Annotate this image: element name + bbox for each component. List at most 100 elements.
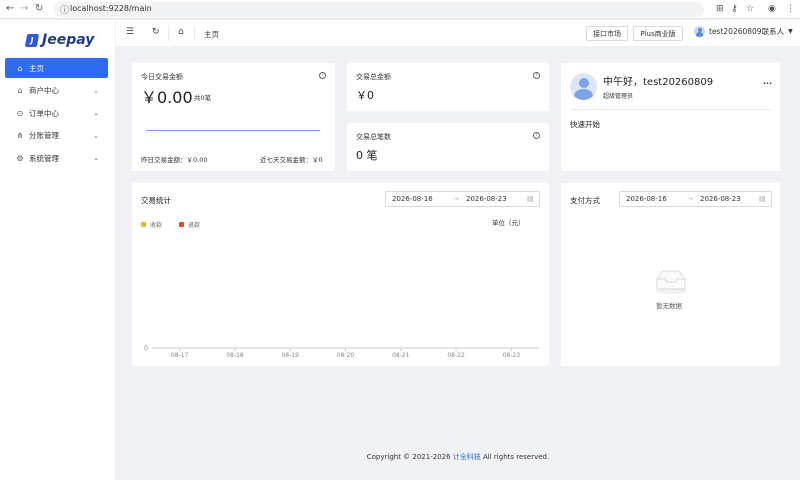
top-header: ☰ ↻ ⌂ 主页 接口市场 Plus商业版 test20260809联系人 ▼ (116, 20, 800, 47)
caret-down-icon: ▼ (788, 28, 793, 35)
today-amount-label: 今日交易金额 (141, 73, 183, 81)
range-arrow-icon: → (453, 195, 459, 203)
home-icon: ⌂ (17, 63, 23, 73)
sidebar-item-label: 订单中心 (29, 108, 59, 118)
translate-icon[interactable]: ⊞ (716, 3, 724, 15)
divider (168, 26, 169, 41)
payment-method-card: 支付方式 2026-08-16 → 2026-08-23 ▤ 暂无数据 (561, 183, 780, 366)
empty-text: 暂无数据 (656, 302, 682, 310)
more-icon[interactable]: ··· (763, 79, 772, 88)
date-end: 2026-08-23 (700, 195, 741, 203)
settings-icon: ⚙ (16, 153, 24, 163)
total-count-card: 交易总笔数 ? 0 笔 (347, 123, 549, 171)
address-bar[interactable]: ⓘ localhost:9228/main (54, 2, 704, 17)
today-trend-line (146, 130, 320, 131)
sidebar-item-merchant[interactable]: ⌂ 商户中心 ⌄ (5, 81, 108, 101)
sidebar-menu: ⌂ 主页 ⌂ 商户中心 ⌄ ⊙ 订单中心 ⌄ ⋔ 分账管理 ⌄ ⚙ 系统管理 ⌄ (5, 58, 108, 171)
sidebar: J Jeepay ⌂ 主页 ⌂ 商户中心 ⌄ ⊙ 订单中心 ⌄ ⋔ 分账管理 ⌄… (0, 20, 116, 480)
profile-icon[interactable]: ◉ (768, 3, 776, 15)
x-tick-label: 08-23 (503, 352, 521, 359)
menu-fold-icon[interactable]: ☰ (126, 27, 134, 37)
sidebar-item-label: 分账管理 (29, 131, 59, 140)
browser-menu-icon[interactable]: ⋮ (786, 3, 795, 15)
stats-date-range-picker[interactable]: 2026-08-16 → 2026-08-23 ▤ (385, 191, 540, 207)
browser-chrome: ← → ↻ ⓘ localhost:9228/main ⊞ ⚷ ☆ ◉ ⋮ (0, 0, 800, 19)
calendar-icon: ▤ (527, 195, 534, 203)
username: test20260809联系人 (709, 27, 785, 36)
y-tick-label: 0 (144, 345, 148, 352)
chevron-down-icon: ⌄ (93, 86, 99, 95)
bookmark-star-icon[interactable]: ☆ (746, 3, 754, 15)
split-icon: ⋔ (16, 131, 24, 140)
footer-rights: All rights reserved. (480, 453, 550, 461)
sidebar-item-system[interactable]: ⚙ 系统管理 ⌄ (5, 148, 108, 168)
user-menu[interactable]: test20260809联系人 ▼ (694, 26, 793, 37)
date-start: 2026-08-16 (626, 195, 667, 203)
total-amount-label: 交易总金额 (356, 73, 391, 81)
x-tick-label: 08-21 (392, 352, 410, 359)
sidebar-item-label: 商户中心 (29, 86, 59, 95)
footer: Copyright © 2021-2026 计全科技 All rights re… (116, 452, 800, 462)
today-count: 共0笔 (194, 94, 212, 102)
avatar (694, 26, 705, 37)
plus-edition-button[interactable]: Plus商业版 (633, 26, 683, 41)
calendar-icon: ▤ (759, 195, 766, 203)
quick-start-title: 快速开始 (570, 120, 600, 129)
unit-label: 单位（元） (492, 219, 525, 227)
forward-icon[interactable]: → (20, 2, 28, 16)
x-tick-label: 08-19 (281, 352, 299, 359)
yesterday-amount: 昨日交易金额：￥0.00 (141, 156, 208, 164)
url-text: localhost:9228/main (70, 4, 152, 13)
legend-income-swatch (141, 222, 146, 227)
legend-income-label: 收款 (150, 222, 163, 229)
help-icon[interactable]: ? (533, 132, 540, 139)
help-icon[interactable]: ? (319, 72, 326, 79)
legend-refund[interactable]: 退款 (179, 220, 200, 229)
today-transactions-card: 今日交易金额 ? ￥0.00 共0笔 昨日交易金额：￥0.00 近七天交易金额：… (132, 63, 335, 171)
date-start: 2026-08-16 (392, 195, 433, 203)
back-icon[interactable]: ← (6, 2, 14, 16)
footer-company-link[interactable]: 计全科技 (453, 453, 481, 461)
payment-title: 支付方式 (570, 196, 600, 205)
greeting: 中午好，test20260809 (603, 77, 714, 88)
legend-refund-label: 退款 (188, 222, 201, 229)
total-count-label: 交易总笔数 (356, 133, 391, 141)
stats-title: 交易统计 (141, 196, 171, 205)
sidebar-item-split[interactable]: ⋔ 分账管理 ⌄ (5, 126, 108, 146)
sidebar-item-label: 主页 (29, 63, 44, 73)
legend-refund-swatch (179, 222, 184, 227)
chevron-down-icon: ⌄ (93, 154, 99, 162)
payment-date-range-picker[interactable]: 2026-08-16 → 2026-08-23 ▤ (619, 191, 772, 207)
x-tick-label: 08-22 (447, 352, 465, 359)
sidebar-item-home[interactable]: ⌂ 主页 (5, 58, 108, 78)
x-tick-label: 08-20 (337, 352, 355, 359)
help-icon[interactable]: ? (533, 72, 540, 79)
legend-income[interactable]: 收款 (141, 220, 162, 229)
home-icon[interactable]: ⌂ (178, 27, 184, 37)
logo-icon: J (24, 33, 40, 47)
transaction-stats-card: 交易统计 2026-08-16 → 2026-08-23 ▤ 收款 退款 单位（… (132, 183, 549, 366)
chevron-down-icon: ⌄ (93, 131, 99, 140)
date-end: 2026-08-23 (466, 195, 507, 203)
refresh-icon[interactable]: ↻ (152, 27, 160, 37)
logo[interactable]: J Jeepay (24, 32, 95, 48)
stats-chart-axis: 0 08-17 08-18 08-19 08-20 08-21 08-22 08-23 (144, 345, 539, 359)
range-arrow-icon: → (687, 195, 693, 203)
sidebar-item-label: 系统管理 (29, 153, 59, 163)
today-amount-value: ￥0.00 (141, 88, 193, 107)
breadcrumb: 主页 (204, 30, 219, 39)
sidebar-item-order[interactable]: ⊙ 订单中心 ⌄ (5, 103, 108, 123)
divider (570, 109, 771, 110)
week-amount: 近七天交易金额：￥0 (260, 156, 323, 164)
merchant-icon: ⌂ (17, 86, 23, 95)
api-market-button[interactable]: 接口市场 (586, 26, 628, 41)
empty-inbox-icon (655, 270, 687, 294)
divider (194, 26, 195, 41)
total-amount-card: 交易总金额 ? ￥0 (347, 63, 549, 111)
site-info-icon[interactable]: ⓘ (60, 3, 69, 16)
logo-text: Jeepay (42, 32, 95, 48)
x-tick-label: 08-18 (226, 352, 244, 359)
order-icon: ⊙ (16, 108, 24, 118)
password-key-icon[interactable]: ⚷ (731, 3, 738, 15)
reload-icon[interactable]: ↻ (35, 2, 43, 16)
